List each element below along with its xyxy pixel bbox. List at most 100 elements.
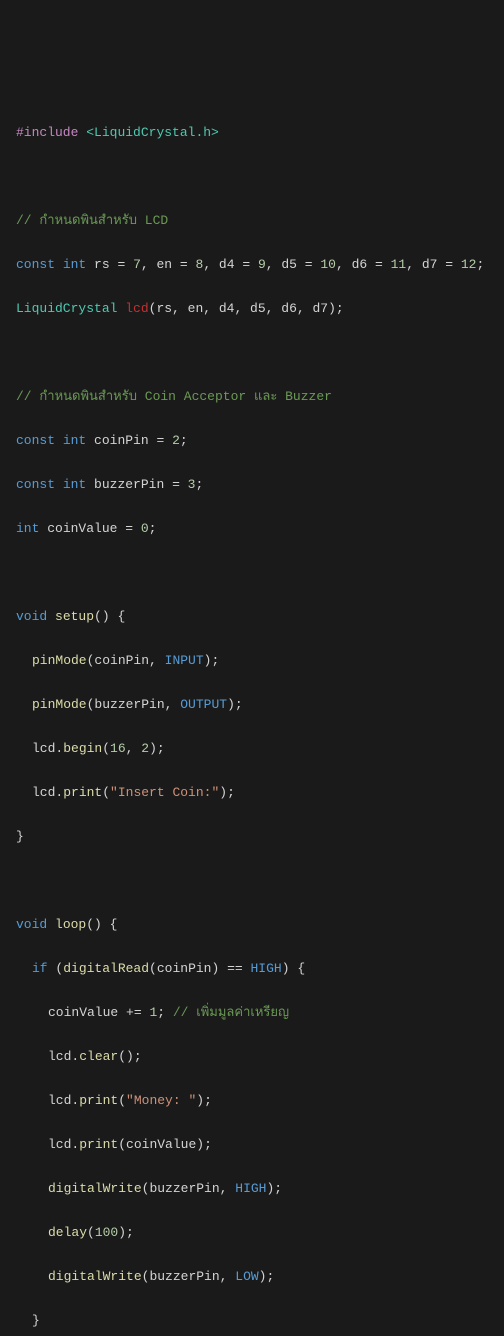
operator: == <box>227 961 243 976</box>
keyword: const <box>16 433 55 448</box>
var: coinValue <box>47 521 117 536</box>
code-line: #include <LiquidCrystal.h> <box>16 122 488 144</box>
method: print <box>63 785 102 800</box>
function-call: pinMode <box>32 697 87 712</box>
keyword: int <box>63 477 86 492</box>
function-call: delay <box>48 1225 87 1240</box>
code-line: // กำหนดพินสำหรับ LCD <box>16 210 488 232</box>
code-line: coinValue += 1; // เพิ่มมูลค่าเหรียญ <box>16 1002 488 1024</box>
code-line: lcd.print(coinValue); <box>16 1134 488 1156</box>
type: LiquidCrystal <box>16 301 117 316</box>
code-editor[interactable]: #include <LiquidCrystal.h> // กำหนดพินสำ… <box>16 100 488 1336</box>
code-line: if (digitalRead(coinPin) == HIGH) { <box>16 958 488 980</box>
code-line: void loop() { <box>16 914 488 936</box>
object: lcd <box>48 1093 71 1108</box>
method: print <box>79 1093 118 1108</box>
code-line: const int rs = 7, en = 8, d4 = 9, d5 = 1… <box>16 254 488 276</box>
var: d5 <box>281 257 297 272</box>
code-line: lcd.print("Money: "); <box>16 1090 488 1112</box>
keyword: const <box>16 257 55 272</box>
number: 11 <box>391 257 407 272</box>
code-line: digitalWrite(buzzerPin, LOW); <box>16 1266 488 1288</box>
arg: coinPin <box>157 961 212 976</box>
number: 16 <box>110 741 126 756</box>
var: d4 <box>219 257 235 272</box>
comment: // กำหนดพินสำหรับ Coin Acceptor และ Buzz… <box>16 389 332 404</box>
var: coinPin <box>94 433 149 448</box>
number: 9 <box>258 257 266 272</box>
code-line <box>16 870 488 892</box>
code-line: // กำหนดพินสำหรับ Coin Acceptor และ Buzz… <box>16 386 488 408</box>
function-call: digitalWrite <box>48 1181 142 1196</box>
function-call: pinMode <box>32 653 87 668</box>
include-lib: <LiquidCrystal.h> <box>86 125 219 140</box>
var: d6 <box>352 257 368 272</box>
code-line <box>16 562 488 584</box>
arg: coinValue <box>126 1137 196 1152</box>
code-line: delay(100); <box>16 1222 488 1244</box>
function-name: loop <box>55 917 86 932</box>
code-line: pinMode(coinPin, INPUT); <box>16 650 488 672</box>
string: "Money: " <box>126 1093 196 1108</box>
code-line: lcd.print("Insert Coin:"); <box>16 782 488 804</box>
code-line: pinMode(buzzerPin, OUTPUT); <box>16 694 488 716</box>
keyword: void <box>16 917 47 932</box>
comment: // กำหนดพินสำหรับ LCD <box>16 213 168 228</box>
arg: buzzerPin <box>149 1269 219 1284</box>
arg: coinPin <box>94 653 149 668</box>
code-line: const int coinPin = 2; <box>16 430 488 452</box>
var: buzzerPin <box>94 477 164 492</box>
constant: HIGH <box>235 1181 266 1196</box>
code-line: int coinValue = 0; <box>16 518 488 540</box>
number: 12 <box>461 257 477 272</box>
preprocessor-directive: #include <box>16 125 78 140</box>
code-line: LiquidCrystal lcd(rs, en, d4, d5, d6, d7… <box>16 298 488 320</box>
code-line: void setup() { <box>16 606 488 628</box>
var: coinValue <box>48 1005 118 1020</box>
comment: // เพิ่มมูลค่าเหรียญ <box>173 1005 289 1020</box>
arg: buzzerPin <box>149 1181 219 1196</box>
code-line <box>16 166 488 188</box>
keyword: const <box>16 477 55 492</box>
keyword: int <box>63 433 86 448</box>
object: lcd <box>48 1137 71 1152</box>
var: rs <box>94 257 110 272</box>
number: 7 <box>133 257 141 272</box>
args: (rs, en, d4, d5, d6, d7); <box>149 301 344 316</box>
arg: buzzerPin <box>94 697 164 712</box>
number: 0 <box>141 521 149 536</box>
code-line: lcd.begin(16, 2); <box>16 738 488 760</box>
var: d7 <box>422 257 438 272</box>
declaration: lcd <box>125 301 148 316</box>
method: begin <box>63 741 102 756</box>
keyword: if <box>32 961 48 976</box>
code-line: const int buzzerPin = 3; <box>16 474 488 496</box>
constant: LOW <box>235 1269 258 1284</box>
method: print <box>79 1137 118 1152</box>
var: en <box>156 257 172 272</box>
constant: HIGH <box>251 961 282 976</box>
constant: INPUT <box>165 653 204 668</box>
code-line: lcd.clear(); <box>16 1046 488 1068</box>
method: clear <box>79 1049 118 1064</box>
function-call: digitalWrite <box>48 1269 142 1284</box>
keyword: int <box>63 257 86 272</box>
object: lcd <box>32 741 55 756</box>
number: 2 <box>141 741 149 756</box>
number: 100 <box>95 1225 118 1240</box>
keyword: int <box>16 521 39 536</box>
function-call: digitalRead <box>63 961 149 976</box>
code-line: } <box>16 1310 488 1332</box>
object: lcd <box>32 785 55 800</box>
number: 10 <box>320 257 336 272</box>
code-line: digitalWrite(buzzerPin, HIGH); <box>16 1178 488 1200</box>
number: 3 <box>188 477 196 492</box>
code-line <box>16 342 488 364</box>
number: 1 <box>149 1005 157 1020</box>
number: 8 <box>196 257 204 272</box>
number: 2 <box>172 433 180 448</box>
keyword: void <box>16 609 47 624</box>
function-name: setup <box>55 609 94 624</box>
operator: += <box>126 1005 142 1020</box>
code-line: } <box>16 826 488 848</box>
